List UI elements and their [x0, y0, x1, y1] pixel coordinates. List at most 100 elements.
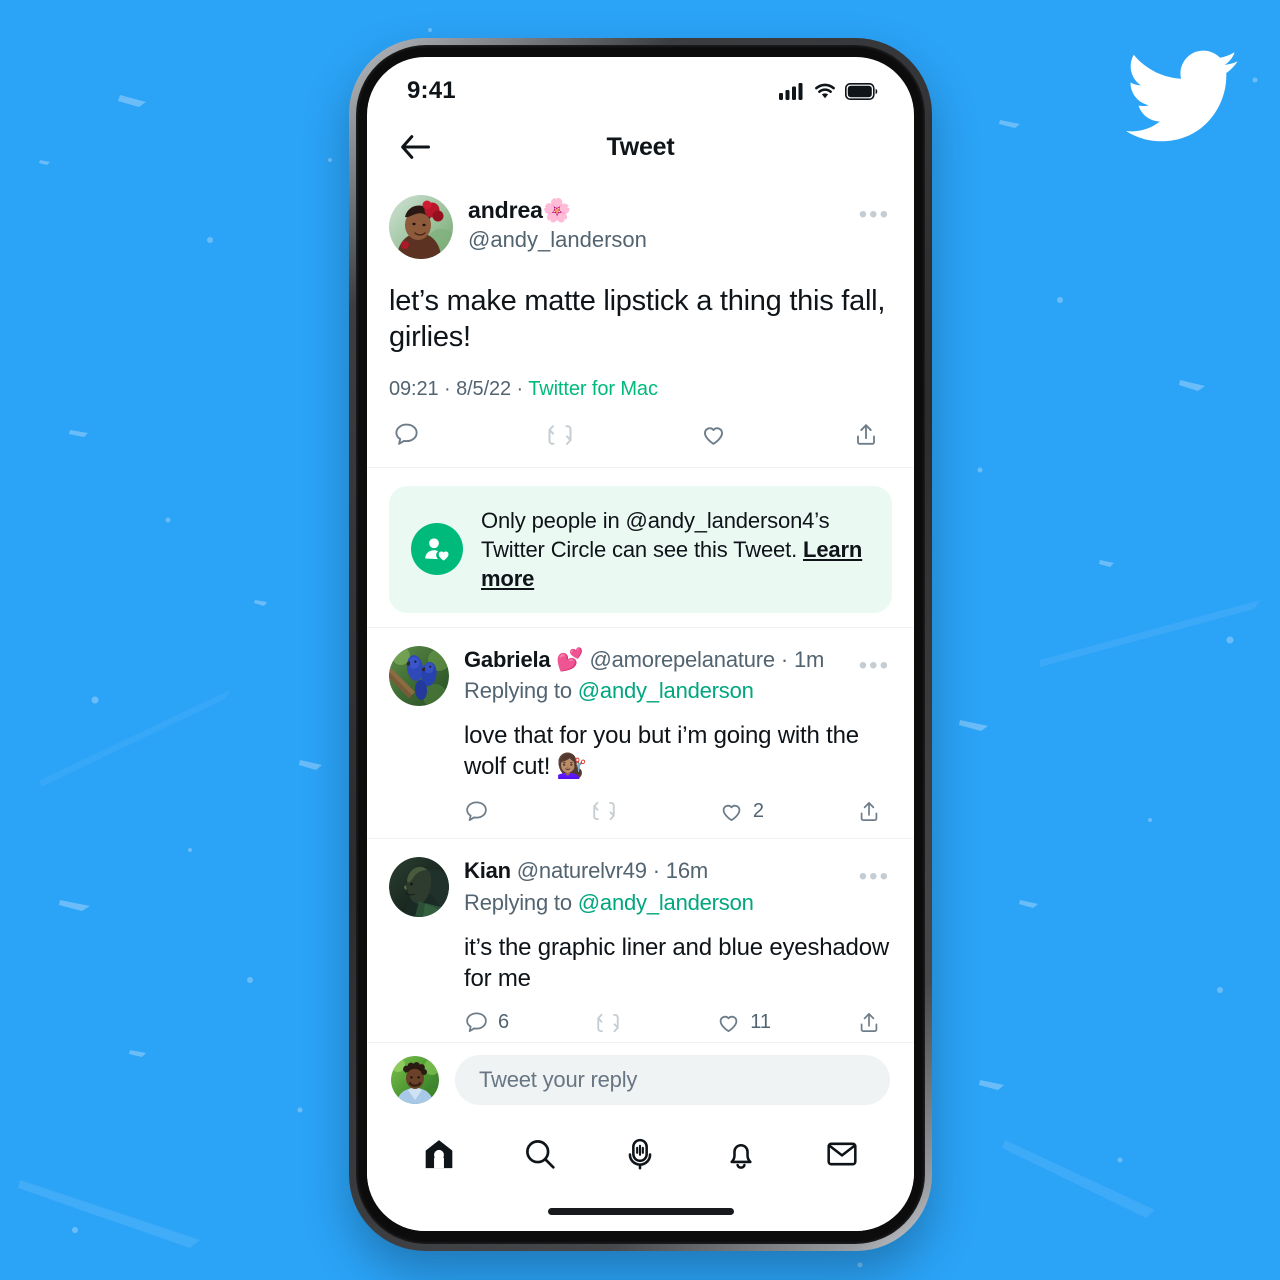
reply-icon	[395, 423, 418, 445]
like-icon	[703, 427, 724, 445]
spaces-microphone-icon	[629, 1138, 652, 1170]
nav-spaces[interactable]	[612, 1126, 668, 1182]
search-icon	[525, 1140, 555, 1169]
reply-button[interactable]	[464, 799, 498, 824]
avatar[interactable]	[391, 1056, 439, 1104]
nav-notifications[interactable]	[713, 1126, 769, 1182]
tweet-metadata: 09:21 · 8/5/22 · Twitter for Mac	[389, 378, 892, 401]
reply-count: 6	[498, 1011, 510, 1034]
reply-input[interactable]: Tweet your reply	[455, 1055, 890, 1105]
tweet-time: 09:21	[389, 377, 439, 400]
reply-author-line: Kian @naturelvr49 · 16m	[464, 857, 892, 886]
reply-text: it’s the graphic liner and blue eyeshado…	[464, 933, 889, 992]
reply-icon	[466, 1012, 487, 1033]
reply-item: Kian @naturelvr49 · 16m Replying to @and…	[367, 839, 914, 1042]
reply-icon	[466, 801, 487, 821]
reply-text: love that for you but i’m going with the…	[464, 721, 859, 781]
like-button[interactable]: 2	[719, 799, 764, 824]
like-button[interactable]: 11	[716, 1010, 771, 1035]
back-button[interactable]	[393, 125, 437, 169]
author-name-emoji: 🌸	[542, 197, 572, 223]
app-header: Tweet	[367, 115, 914, 179]
home-indicator[interactable]	[547, 1207, 734, 1215]
battery-icon	[845, 82, 878, 100]
retweet-icon	[597, 1013, 619, 1033]
like-count: 11	[750, 1011, 771, 1034]
twitter-circle-banner-wrapper: Only people in @andy_landerson4’s Twitte…	[367, 468, 914, 627]
avatar-image-current-user	[391, 1056, 439, 1104]
meta-separator-2: ·	[516, 377, 524, 400]
avatar[interactable]	[389, 195, 453, 259]
like-count: 2	[752, 799, 765, 822]
home-icon	[425, 1140, 453, 1169]
more-options-icon[interactable]: •••	[859, 865, 890, 889]
phone-screen: 9:41 Tweet andrea🌸 @andy_landerson ••• l…	[367, 57, 914, 1231]
tweet-text: let’s make matte lipstick a thing this f…	[389, 285, 886, 354]
reply-button[interactable]	[393, 421, 429, 448]
status-bar: 9:41	[367, 57, 914, 115]
nav-home[interactable]	[411, 1126, 467, 1182]
reply-composer: Tweet your reply	[367, 1042, 914, 1117]
circle-banner-message: Only people in @andy_landerson4’s Twitte…	[481, 507, 830, 562]
reply-handle[interactable]: @naturelvr49	[517, 858, 647, 883]
notifications-bell-icon	[730, 1143, 752, 1169]
main-tweet-header: andrea🌸 @andy_landerson •••	[389, 195, 892, 259]
tweet-source[interactable]: Twitter for Mac	[528, 378, 658, 400]
reply-header: Kian @naturelvr49 · 16m Replying to @and…	[389, 857, 892, 1042]
twitter-circle-person-heart-icon	[411, 523, 463, 576]
home-indicator-area	[367, 1191, 914, 1231]
retweet-button[interactable]	[591, 798, 626, 824]
share-icon	[860, 1013, 878, 1033]
back-arrow-icon	[401, 135, 430, 159]
phone-mockup: 9:41 Tweet andrea🌸 @andy_landerson ••• l…	[349, 38, 932, 1251]
meta-separator-1: ·	[444, 377, 451, 400]
twitter-bird-icon	[1126, 48, 1238, 144]
share-icon	[857, 424, 875, 445]
retweet-icon	[548, 424, 572, 445]
retweet-button[interactable]	[546, 421, 583, 449]
replying-to-handle[interactable]: @andy_landerson	[578, 678, 754, 703]
status-icons	[779, 82, 878, 100]
avatar[interactable]	[389, 645, 449, 706]
reply-author-line: Gabriela 💕 @amorepelanature · 1m	[464, 646, 892, 675]
reply-handle[interactable]: @amorepelanature	[590, 647, 776, 672]
retweet-button[interactable]	[595, 1010, 630, 1036]
share-button[interactable]	[857, 799, 890, 824]
reply-button[interactable]: 6	[464, 1010, 509, 1035]
like-button[interactable]	[700, 421, 736, 448]
cellular-signal-icon	[779, 83, 803, 100]
reply-item: Gabriela 💕 @amorepelanature · 1m Replyin…	[367, 628, 914, 839]
reply-actions: 6 11	[464, 994, 892, 1042]
more-options-icon[interactable]: •••	[859, 203, 890, 227]
timeline[interactable]: andrea🌸 @andy_landerson ••• let’s make m…	[367, 179, 914, 1042]
reply-actions: 2	[464, 782, 892, 832]
author-handle: @andy_landerson	[468, 227, 647, 253]
reply-separator: ·	[652, 858, 660, 884]
reply-name-emoji: 💕	[556, 646, 584, 672]
avatar-image-kian	[389, 857, 449, 918]
twitter-circle-banner: Only people in @andy_landerson4’s Twitte…	[389, 485, 892, 613]
reply-timestamp: 16m	[665, 858, 708, 884]
share-button[interactable]	[853, 421, 888, 448]
author-display-name: andrea🌸	[468, 197, 572, 223]
messages-envelope-icon	[827, 1142, 857, 1166]
nav-messages[interactable]	[814, 1126, 870, 1182]
reply-display-name: Kian	[464, 858, 511, 884]
replying-to-label: Replying to	[464, 889, 578, 915]
avatar[interactable]	[389, 857, 449, 918]
reply-header: Gabriela 💕 @amorepelanature · 1m Replyin…	[389, 645, 892, 833]
avatar-image-andrea	[389, 195, 453, 259]
twitter-circle-banner-text: Only people in @andy_landerson4’s Twitte…	[481, 506, 870, 593]
share-button[interactable]	[857, 1010, 890, 1035]
reply-content: Gabriela 💕 @amorepelanature · 1m Replyin…	[464, 646, 892, 833]
like-icon	[719, 1016, 738, 1033]
reply-timestamp: 1m	[793, 646, 825, 672]
phone-bezel: 9:41 Tweet andrea🌸 @andy_landerson ••• l…	[356, 45, 925, 1244]
wifi-icon	[815, 83, 835, 99]
share-icon	[860, 801, 878, 821]
nav-search[interactable]	[512, 1126, 568, 1182]
more-options-icon[interactable]: •••	[859, 653, 890, 678]
replying-to-handle[interactable]: @andy_landerson	[578, 890, 754, 915]
reply-content: Kian @naturelvr49 · 16m Replying to @and…	[464, 857, 892, 1042]
replying-to-line: Replying to @andy_landerson	[464, 676, 892, 706]
